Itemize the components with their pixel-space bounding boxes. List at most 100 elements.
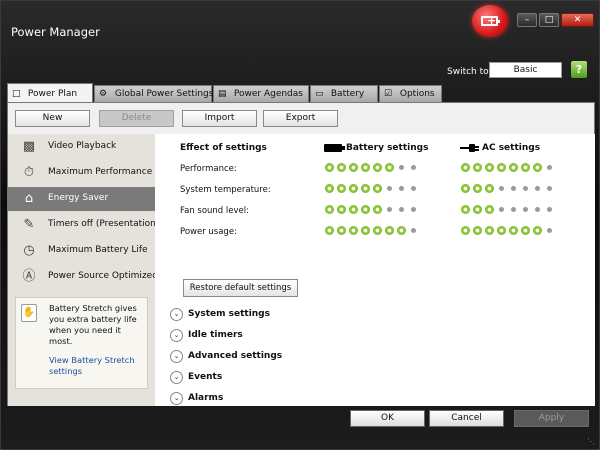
level-dot-on — [509, 163, 518, 172]
level-dot-on — [485, 205, 494, 214]
plan-video-playback[interactable]: ▩ Video Playback — [8, 135, 155, 159]
battery-stretch-text: Battery Stretch gives you extra battery … — [49, 303, 137, 346]
power-source-icon: Ⓐ — [22, 269, 36, 284]
level-dot-on — [325, 163, 334, 172]
level-dot-on — [473, 205, 482, 214]
section-label: Idle timers — [188, 330, 243, 340]
restore-default-settings-button[interactable]: Restore default settings — [183, 279, 298, 297]
plan-label: Maximum Performance — [48, 167, 153, 177]
effect-of-settings-title: Effect of settings — [180, 143, 267, 153]
level-dot-on — [373, 205, 382, 214]
calendar-clock-icon: ▤ — [218, 89, 227, 99]
level-dot-off — [523, 207, 528, 212]
house-icon: ⌂ — [24, 191, 34, 206]
level-dot-on — [461, 226, 470, 235]
section-label: Advanced settings — [188, 351, 283, 361]
level-dot-on — [521, 226, 530, 235]
tab-battery[interactable]: ▭ Battery — [310, 85, 378, 102]
level-dot-off — [499, 207, 504, 212]
battery-stretch-box: ✋ Battery Stretch gives you extra batter… — [15, 297, 148, 389]
gear-icon: ⚙ — [99, 89, 108, 99]
resize-grip-icon[interactable]: ⋱ — [587, 437, 596, 446]
level-dot-on — [497, 163, 506, 172]
view-battery-stretch-link[interactable]: View Battery Stretch settings — [49, 355, 145, 377]
level-dot-on — [521, 163, 530, 172]
battery-stretch-icon: ✋ — [21, 304, 37, 322]
level-dot-off — [399, 165, 404, 170]
chevron-down-icon: ⌄ — [170, 371, 183, 384]
level-dot-off — [387, 186, 392, 191]
chevron-down-icon: ⌄ — [170, 308, 183, 321]
level-dot-on — [373, 226, 382, 235]
cancel-button[interactable]: Cancel — [429, 410, 504, 427]
tab-power-plan[interactable]: □ Power Plan — [7, 83, 93, 103]
import-button[interactable]: Import — [182, 110, 257, 127]
switch-to-label: Switch to: — [447, 67, 492, 77]
plan-power-source-optimized[interactable]: Ⓐ Power Source Optimized — [8, 265, 158, 289]
level-dot-off — [547, 165, 552, 170]
level-dot-on — [473, 226, 482, 235]
level-dot-on — [349, 163, 358, 172]
level-dot-off — [411, 186, 416, 191]
level-dot-off — [511, 186, 516, 191]
level-dot-on — [337, 184, 346, 193]
level-dot-on — [485, 184, 494, 193]
level-dot-on — [325, 226, 334, 235]
new-button[interactable]: New — [15, 110, 90, 127]
plan-timers-off[interactable]: ✎ Timers off (Presentation) — [8, 213, 160, 237]
level-dot-on — [361, 163, 370, 172]
plan-maximum-performance[interactable]: ⏱ Maximum Performance — [8, 161, 155, 185]
section-label: Events — [188, 372, 223, 382]
fan-sound-label: Fan sound level: — [180, 206, 249, 216]
switch-basic-button[interactable]: Basic — [489, 62, 562, 78]
chevron-down-icon: ⌄ — [170, 392, 183, 405]
plan-energy-saver[interactable]: ⌂ Energy Saver — [8, 187, 155, 211]
presentation-icon: ✎ — [23, 217, 35, 232]
plan-list: ▩ Video Playback ⏱ Maximum Performance ⌂… — [8, 134, 160, 406]
level-dot-on — [509, 226, 518, 235]
level-dot-on — [373, 163, 382, 172]
plan-label: Power Source Optimized — [48, 271, 158, 281]
level-dot-on — [497, 226, 506, 235]
level-dot-off — [523, 186, 528, 191]
level-dot-on — [473, 184, 482, 193]
export-button[interactable]: Export — [263, 110, 338, 127]
maximize-button[interactable]: □ — [539, 13, 559, 27]
delete-button[interactable]: Delete — [99, 110, 174, 127]
ac-settings-header: AC settings — [482, 143, 541, 153]
tab-label: Battery — [330, 89, 365, 99]
level-dot-off — [547, 186, 552, 191]
level-dot-off — [535, 186, 540, 191]
plan-label: Energy Saver — [48, 193, 109, 203]
level-dot-on — [533, 163, 542, 172]
plan-maximum-battery-life[interactable]: ◷ Maximum Battery Life — [8, 239, 155, 263]
plan-label: Video Playback — [48, 141, 117, 151]
level-dot-on — [397, 226, 406, 235]
level-dot-on — [485, 226, 494, 235]
level-dot-on — [349, 205, 358, 214]
level-dot-on — [461, 184, 470, 193]
apply-button[interactable]: Apply — [514, 410, 589, 427]
battery-icon: ▭ — [315, 89, 324, 99]
level-dot-off — [411, 165, 416, 170]
level-dot-off — [535, 207, 540, 212]
level-dot-on — [349, 226, 358, 235]
level-dot-on — [361, 226, 370, 235]
level-dot-on — [461, 205, 470, 214]
minimize-button[interactable]: – — [517, 13, 537, 27]
tab-global-power-settings[interactable]: ⚙ Global Power Settings — [94, 85, 213, 102]
battery-settings-header: Battery settings — [346, 143, 429, 153]
system-temperature-label: System temperature: — [180, 185, 271, 195]
close-button[interactable]: ✕ — [561, 13, 594, 27]
level-dot-off — [387, 207, 392, 212]
film-icon: ▩ — [22, 139, 36, 154]
help-icon[interactable]: ? — [571, 61, 587, 78]
level-dot-off — [399, 207, 404, 212]
plan-label: Maximum Battery Life — [48, 245, 148, 255]
level-dot-off — [547, 228, 552, 233]
tab-power-agendas[interactable]: ▤ Power Agendas — [213, 85, 309, 102]
ok-button[interactable]: OK — [350, 410, 425, 427]
tab-options[interactable]: ☑ Options — [379, 85, 442, 102]
level-dot-on — [349, 184, 358, 193]
section-label: System settings — [188, 309, 270, 319]
